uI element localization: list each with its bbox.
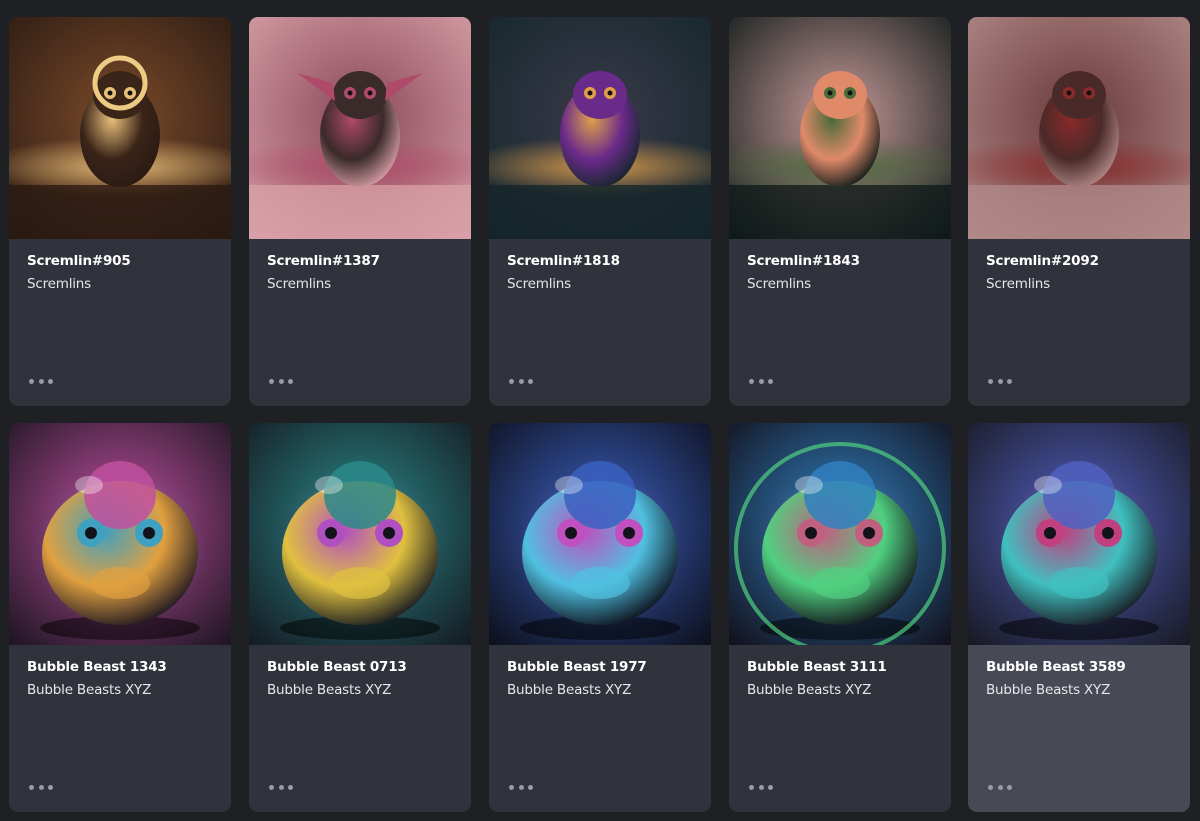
more-dot <box>988 784 993 790</box>
nft-title: Bubble Beast 1343 <box>27 659 167 675</box>
bubble-beast-blue-image[interactable] <box>489 423 711 645</box>
more-dot <box>288 378 293 384</box>
scremlin-halo-image[interactable] <box>9 17 231 239</box>
nft-title: Bubble Beast 3589 <box>986 659 1126 675</box>
more-dot <box>528 784 533 790</box>
more-dot <box>48 784 53 790</box>
more-dot <box>509 784 514 790</box>
more-dot <box>528 378 533 384</box>
nft-card[interactable]: Bubble Beast 0713 Bubble Beasts XYZ <box>249 423 471 812</box>
more-horizontal-icon[interactable] <box>269 374 293 388</box>
more-dot <box>749 378 754 384</box>
more-dot <box>509 378 514 384</box>
collection-name: Bubble Beasts XYZ <box>747 682 872 698</box>
nft-title: Scremlin#2092 <box>986 253 1099 269</box>
more-dot <box>288 784 293 790</box>
scremlin-furry-image[interactable] <box>489 17 711 239</box>
nft-title: Scremlin#1843 <box>747 253 860 269</box>
more-dot <box>38 378 44 384</box>
bubble-beast-crystal-image[interactable] <box>968 423 1190 645</box>
bubble-beast-rainbow-image[interactable] <box>9 423 231 645</box>
more-dot <box>1007 378 1012 384</box>
scremlin-red-field-image[interactable] <box>968 17 1190 239</box>
more-horizontal-icon[interactable] <box>988 780 1012 794</box>
nft-card-grid: Scremlin#905 Scremlins Scremlin#1387 Screml… <box>0 0 1200 821</box>
nft-card[interactable]: Scremlin#1818 Scremlins <box>489 17 711 406</box>
collection-name: Bubble Beasts XYZ <box>986 682 1111 698</box>
more-dot <box>997 784 1003 790</box>
collection-name: Bubble Beasts XYZ <box>27 682 152 698</box>
collection-name: Scremlins <box>747 276 811 292</box>
more-dot <box>518 378 524 384</box>
nft-card[interactable]: Bubble Beast 3111 Bubble Beasts XYZ <box>729 423 951 812</box>
more-horizontal-icon[interactable] <box>269 780 293 794</box>
collection-name: Scremlins <box>986 276 1050 292</box>
nft-title: Scremlin#905 <box>27 253 131 269</box>
nft-card[interactable]: Scremlin#1843 Scremlins <box>729 17 951 406</box>
more-dot <box>29 784 34 790</box>
nft-title: Bubble Beast 0713 <box>267 659 407 675</box>
more-horizontal-icon[interactable] <box>988 374 1012 388</box>
more-dot <box>758 378 764 384</box>
more-dot <box>269 378 274 384</box>
collection-name: Bubble Beasts XYZ <box>267 682 392 698</box>
more-dot <box>278 378 284 384</box>
nft-card[interactable]: Scremlin#905 Scremlins <box>9 17 231 406</box>
more-dot <box>988 378 993 384</box>
bubble-beast-teal-image[interactable] <box>249 423 471 645</box>
more-dot <box>29 378 34 384</box>
more-horizontal-icon[interactable] <box>509 780 533 794</box>
more-horizontal-icon[interactable] <box>29 374 53 388</box>
more-dot <box>768 784 773 790</box>
nft-card[interactable]: Bubble Beast 1343 Bubble Beasts XYZ <box>9 423 231 812</box>
collection-name: Bubble Beasts XYZ <box>507 682 632 698</box>
more-dot <box>749 784 754 790</box>
more-dot <box>758 784 764 790</box>
more-dot <box>38 784 44 790</box>
nft-title: Scremlin#1818 <box>507 253 620 269</box>
nft-card[interactable]: Scremlin#1387 Scremlins <box>249 17 471 406</box>
nft-title: Bubble Beast 3111 <box>747 659 887 675</box>
more-horizontal-icon[interactable] <box>749 374 773 388</box>
collection-name: Scremlins <box>27 276 91 292</box>
scremlin-pink-winged-image[interactable] <box>249 17 471 239</box>
nft-card[interactable]: Bubble Beast 1977 Bubble Beasts XYZ <box>489 423 711 812</box>
scremlin-white-green-image[interactable] <box>729 17 951 239</box>
collection-name: Scremlins <box>267 276 331 292</box>
more-dot <box>997 378 1003 384</box>
more-dot <box>768 378 773 384</box>
more-horizontal-icon[interactable] <box>749 780 773 794</box>
collection-name: Scremlins <box>507 276 571 292</box>
more-dot <box>278 784 284 790</box>
bubble-beast-sphere-image[interactable] <box>729 423 951 645</box>
more-horizontal-icon[interactable] <box>509 374 533 388</box>
more-dot <box>518 784 524 790</box>
nft-title: Scremlin#1387 <box>267 253 380 269</box>
nft-card[interactable]: Bubble Beast 3589 Bubble Beasts XYZ <box>968 423 1190 812</box>
nft-title: Bubble Beast 1977 <box>507 659 647 675</box>
more-dot <box>269 784 274 790</box>
more-dot <box>1007 784 1012 790</box>
more-dot <box>48 378 53 384</box>
more-horizontal-icon[interactable] <box>29 780 53 794</box>
nft-card[interactable]: Scremlin#2092 Scremlins <box>968 17 1190 406</box>
